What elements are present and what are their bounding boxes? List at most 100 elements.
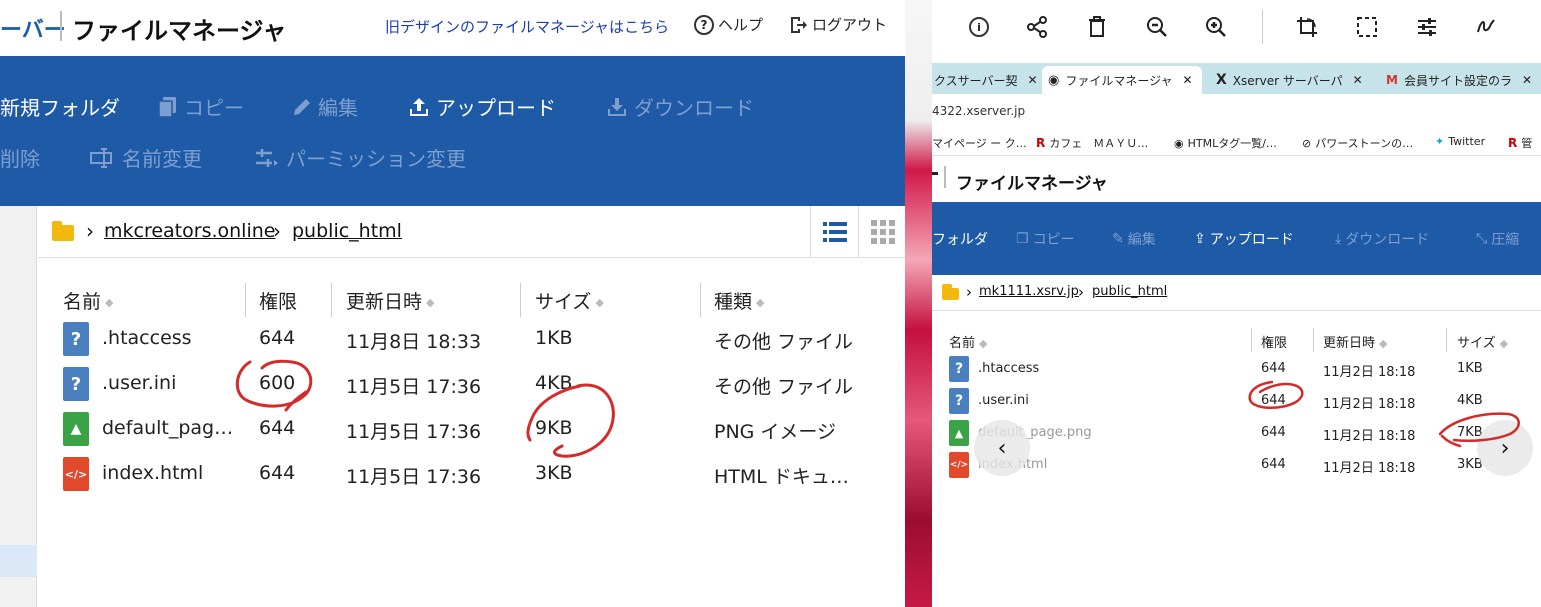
image-viewer-toolbar: i [932,0,1541,58]
button-label: 編集 [1127,232,1156,248]
upload-icon [410,97,428,116]
brand-divider [944,166,946,188]
select-area-icon[interactable] [1354,14,1380,40]
download-icon: ⤓ [1335,231,1342,247]
delete-button[interactable]: 削除 [0,143,40,172]
copy-button[interactable]: ❐ コピー [1016,229,1075,249]
permission-icon [256,148,278,167]
edit-label: 編集 [318,96,358,120]
bookmark-item[interactable]: ⊘ パワーストーンの… [1302,135,1413,151]
grid-view-button[interactable] [858,206,905,258]
breadcrumb-domain[interactable]: mkcreators.online [104,220,275,242]
browser-tab[interactable]: M 会員サイト設定のラ ✕ [1380,66,1541,94]
background-photo-strip [905,0,932,607]
toolbar-divider [1262,10,1263,44]
close-tab-icon[interactable]: ✕ [1522,73,1532,87]
column-label: 名前 [63,291,102,313]
bookmarks-bar: マイページ ー ク… R カフェ ＭＡＹＵ… ◉ HTMLタグ一覧/… ⊘ パワースト… [932,130,1541,156]
upload-icon: ⇪ [1194,231,1206,247]
download-button[interactable]: ⤓ ダウンロード [1335,229,1429,249]
close-tab-icon[interactable]: ✕ [1028,73,1038,87]
file-type: HTML ドキュ… [714,466,849,488]
column-divider [700,283,701,317]
file-permission: 644 [1261,425,1286,440]
breadcrumb: › mkcreators.online › public_html [38,206,905,258]
bookmark-item[interactable]: ◉ HTMLタグ一覧/… [1174,135,1277,151]
list-view-button[interactable] [810,206,858,258]
upload-label: アップロード [436,96,556,120]
bookmark-label: HTMLタグ一覧/… [1187,137,1277,150]
column-header-date[interactable]: 更新日時 ◆ [346,287,434,314]
download-button[interactable]: ダウンロード [606,92,754,121]
sort-icon: ◆ [1379,337,1388,350]
browser-tab-active[interactable]: ◉ ファイルマネージャ ✕ [1042,66,1202,94]
file-permission: 600 [259,372,296,394]
browser-tab[interactable]: クスサーバー契 ✕ [932,66,1038,94]
grid-view-icon [870,220,895,244]
question-file-icon: ? [63,367,89,401]
bookmark-item[interactable]: R管 [1508,135,1532,151]
column-header-type[interactable]: 種類 ◆ [714,287,764,314]
previous-image-button[interactable]: ‹ [974,420,1030,476]
tab-label: ファイルマネージャ [1065,73,1173,88]
edit-button[interactable]: ✎ 編集 [1112,229,1156,249]
adjust-sliders-icon[interactable] [1414,14,1440,40]
bookmark-item[interactable]: R カフェ ＭＡＹＵ… [1036,135,1148,151]
question-file-icon: ? [63,322,89,356]
copy-button[interactable]: コピー [158,92,244,121]
column-header-permission[interactable]: 権限 [259,287,297,314]
copy-icon [158,96,176,118]
column-header-name[interactable]: 名前 ◆ [949,332,987,351]
info-icon[interactable]: i [966,14,992,40]
url-bar[interactable]: 4322.xserver.jp [932,94,1541,130]
rename-icon [90,147,112,168]
trash-icon[interactable] [1084,14,1110,40]
new-folder-button[interactable]: 新規フォルダ [0,92,120,121]
breadcrumb-folder[interactable]: public_html [292,220,402,242]
new-folder-button[interactable]: フォルダ [932,229,988,249]
fm-breadcrumb: › mk1111.xsrv.jp › public_html [932,275,1541,311]
bookmark-item[interactable]: ✦ Twitter [1435,135,1485,148]
chevron-right-icon: › [86,219,94,243]
logout-link[interactable]: ログアウト [788,14,887,35]
browser-tab[interactable]: X Xserver サーバーパ ✕ [1210,66,1375,94]
share-icon[interactable] [1024,14,1050,40]
rotate-crop-icon[interactable] [1294,14,1320,40]
zoom-in-icon[interactable] [1203,14,1229,40]
close-tab-icon[interactable]: ✕ [1183,73,1193,87]
column-header-size[interactable]: サイズ ◆ [535,287,604,314]
column-header-name[interactable]: 名前 ◆ [63,287,113,314]
help-link[interactable]: ? ヘルプ [694,14,763,35]
file-permission: 644 [259,417,296,439]
upload-button[interactable]: アップロード [408,92,556,121]
column-label: 名前 [949,336,976,351]
permission-button[interactable]: パーミッション変更 [254,143,466,172]
sort-icon: ◆ [1499,337,1509,350]
button-label: アップロード [1209,232,1294,248]
edit-button[interactable]: 編集 [292,92,358,121]
file-type: その他 ファイル [714,331,854,353]
sort-icon: ◆ [105,296,114,309]
compress-button[interactable]: ⤡ 圧縮 [1476,229,1519,249]
file-size: 4KB [535,372,573,394]
markup-pen-icon[interactable] [1473,14,1499,40]
old-design-link[interactable]: 旧デザインのファイルマネージャはこちら [385,16,669,37]
sidebar-selected-item[interactable] [0,545,37,577]
column-label: 権限 [1261,336,1288,351]
button-label: コピー [1032,232,1075,248]
zoom-out-icon[interactable] [1144,14,1170,40]
column-header-size[interactable]: サイズ ◆ [1457,332,1508,351]
close-tab-icon[interactable]: ✕ [1353,73,1363,87]
file-size: 3KB [535,462,573,484]
next-image-button[interactable]: › [1477,420,1533,476]
sort-icon: ◆ [595,296,604,309]
bookmark-item[interactable]: マイページ ー ク… [932,135,1027,151]
column-header-permission[interactable]: 権限 [1261,332,1287,351]
column-header-date[interactable]: 更新日時 ◆ [1323,332,1387,351]
column-divider [520,283,521,317]
breadcrumb-folder[interactable]: public_html [1092,284,1167,299]
upload-button[interactable]: ⇪ アップロード [1194,229,1294,249]
breadcrumb-domain[interactable]: mk1111.xsrv.jp [979,284,1079,299]
rename-button[interactable]: 名前変更 [90,143,202,172]
image-file-icon: ▲ [63,412,89,446]
